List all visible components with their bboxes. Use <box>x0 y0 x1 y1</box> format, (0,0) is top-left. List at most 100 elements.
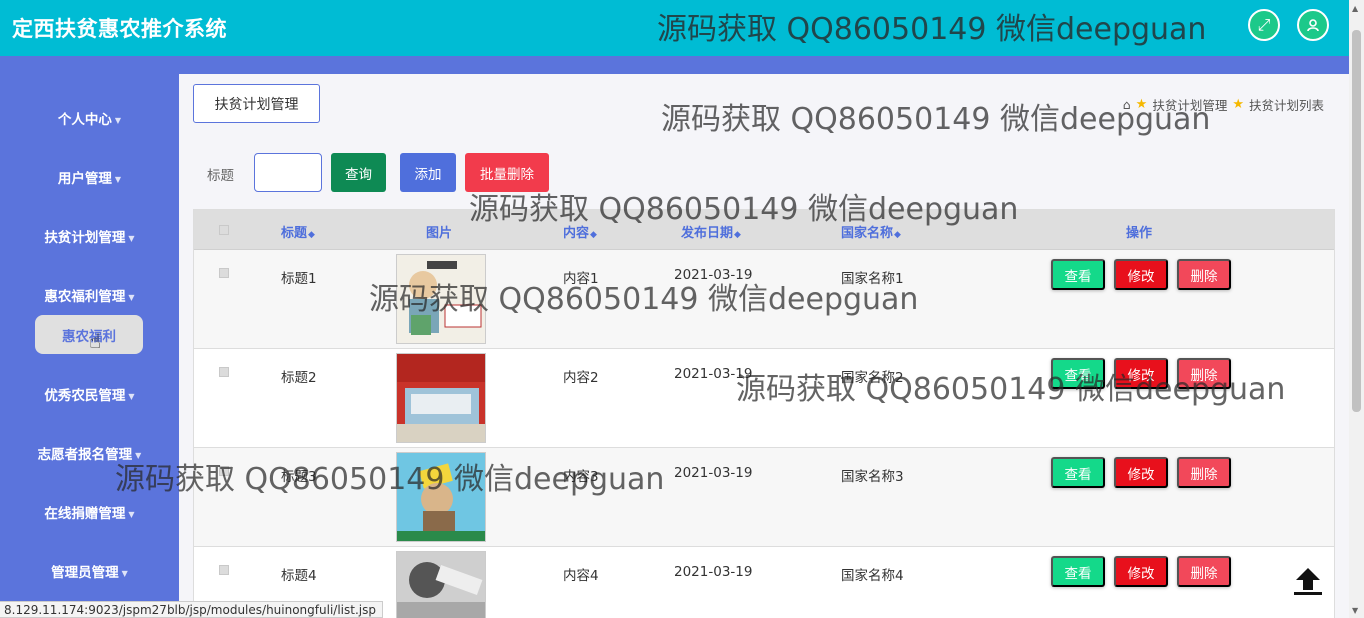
sidebar-item-welfare[interactable]: 惠农福利管理 ▼ <box>0 285 179 305</box>
top-bar: 定西扶贫惠农推介系统 ⤢ <box>0 0 1364 56</box>
column-header-country[interactable]: 国家名称◆ <box>841 222 901 241</box>
back-to-top-icon[interactable] <box>1292 566 1324 605</box>
table-header: 标题◆ 图片 内容◆ 发布日期◆ 国家名称◆ 操作 <box>194 210 1334 250</box>
cell-content: 内容4 <box>563 568 599 584</box>
cell-content: 内容2 <box>563 370 599 386</box>
table-row: 标题2 内容2 2021-03-19 国家名称2 查看 修改 删除 <box>194 349 1334 448</box>
chevron-down-icon: ▼ <box>114 174 122 184</box>
cell-content: 内容1 <box>563 271 599 287</box>
cell-country: 国家名称1 <box>841 271 904 287</box>
breadcrumb: ⌂ ★ 扶贫计划管理 ★ 扶贫计划列表 <box>1123 95 1324 114</box>
batch-delete-button[interactable]: 批量删除 <box>465 153 549 192</box>
row-image <box>396 254 486 344</box>
breadcrumb-item[interactable]: 扶贫计划管理 <box>1152 95 1227 114</box>
hand-cursor-icon: ☝ <box>89 329 102 353</box>
cell-title: 标题2 <box>281 370 317 386</box>
sidebar-item-poverty-plan[interactable]: 扶贫计划管理 ▼ <box>0 226 179 246</box>
column-header-actions: 操作 <box>1126 226 1153 241</box>
column-header-image: 图片 <box>426 226 453 241</box>
delete-button[interactable]: 删除 <box>1177 556 1231 587</box>
edit-button[interactable]: 修改 <box>1114 259 1168 290</box>
fullscreen-button[interactable]: ⤢ <box>1248 9 1280 41</box>
view-button[interactable]: 查看 <box>1051 259 1105 290</box>
row-checkbox[interactable] <box>219 565 229 575</box>
cell-date: 2021-03-19 <box>674 465 753 481</box>
row-checkbox[interactable] <box>219 466 229 476</box>
cell-date: 2021-03-19 <box>674 564 753 580</box>
scroll-up-icon[interactable]: ▲ <box>1352 4 1358 13</box>
table-row: 标题3 内容3 2021-03-19 国家名称3 查看 修改 删除 <box>194 448 1334 547</box>
data-table: 标题◆ 图片 内容◆ 发布日期◆ 国家名称◆ 操作 标题1 内容1 2021-0… <box>193 209 1335 618</box>
status-url: 8.129.11.174:9023/jspm27blb/jsp/modules/… <box>0 601 383 618</box>
accent-strip <box>0 56 1349 74</box>
column-header-title[interactable]: 标题◆ <box>281 222 315 241</box>
cell-title: 标题1 <box>281 271 317 287</box>
sidebar-item-farmers[interactable]: 优秀农民管理 ▼ <box>0 384 179 404</box>
select-all-checkbox[interactable] <box>219 225 229 235</box>
star-icon: ★ <box>1135 97 1148 112</box>
cell-country: 国家名称4 <box>841 568 904 584</box>
scroll-down-icon[interactable]: ▼ <box>1352 606 1358 615</box>
view-button[interactable]: 查看 <box>1051 556 1105 587</box>
sidebar-item-label: 惠农福利管理 <box>44 289 126 305</box>
row-image <box>396 452 486 542</box>
cell-date: 2021-03-19 <box>674 267 753 283</box>
sidebar-item-label: 管理员管理 <box>51 565 119 581</box>
search-label: 标题 <box>207 168 234 184</box>
cell-title: 标题4 <box>281 568 317 584</box>
delete-button[interactable]: 删除 <box>1177 358 1231 389</box>
sidebar-item-label: 优秀农民管理 <box>44 388 126 404</box>
user-button[interactable] <box>1297 9 1329 41</box>
sidebar-item-users[interactable]: 用户管理 ▼ <box>0 167 179 187</box>
sidebar-item-profile[interactable]: 个人中心 ▼ <box>0 108 179 128</box>
add-button[interactable]: 添加 <box>400 153 456 192</box>
sort-icon: ◆ <box>590 230 597 240</box>
column-header-content[interactable]: 内容◆ <box>563 222 597 241</box>
chevron-down-icon: ▼ <box>114 115 122 125</box>
edit-button[interactable]: 修改 <box>1114 457 1168 488</box>
edit-button[interactable]: 修改 <box>1114 358 1168 389</box>
cell-title: 标题3 <box>281 469 317 485</box>
view-button[interactable]: 查看 <box>1051 358 1105 389</box>
chevron-down-icon: ▼ <box>128 233 135 243</box>
table-row: 标题1 内容1 2021-03-19 国家名称1 查看 修改 删除 <box>194 250 1334 349</box>
cell-date: 2021-03-19 <box>674 366 753 382</box>
chevron-down-icon: ▼ <box>128 292 135 302</box>
sidebar-item-label: 个人中心 <box>57 112 112 128</box>
delete-button[interactable]: 删除 <box>1177 457 1231 488</box>
star-icon: ★ <box>1232 97 1244 112</box>
delete-button[interactable]: 删除 <box>1177 259 1231 290</box>
query-button[interactable]: 查询 <box>331 153 386 192</box>
sort-icon: ◆ <box>894 230 901 240</box>
sidebar-item-label: 志愿者报名管理 <box>37 447 133 463</box>
home-icon[interactable]: ⌂ <box>1123 97 1131 112</box>
chevron-down-icon: ▼ <box>121 568 128 578</box>
column-header-date[interactable]: 发布日期◆ <box>681 222 741 241</box>
fullscreen-icon: ⤢ <box>1257 15 1271 34</box>
row-checkbox[interactable] <box>219 367 229 377</box>
chevron-down-icon: ▼ <box>128 509 135 519</box>
page-scrollbar[interactable]: ▲ ▼ <box>1349 0 1364 618</box>
row-checkbox[interactable] <box>219 268 229 278</box>
section-button[interactable]: 扶贫计划管理 <box>193 84 320 123</box>
title-search-input[interactable] <box>254 153 322 192</box>
sidebar-item-label: 在线捐赠管理 <box>44 506 126 522</box>
sidebar-item-donations[interactable]: 在线捐赠管理 ▼ <box>0 502 179 522</box>
row-image <box>396 551 486 618</box>
chevron-down-icon: ▼ <box>128 391 135 401</box>
sidebar-item-volunteers[interactable]: 志愿者报名管理 ▼ <box>0 443 179 463</box>
user-icon <box>1307 19 1319 32</box>
cell-country: 国家名称3 <box>841 469 904 485</box>
sort-icon: ◆ <box>308 230 315 240</box>
app-title: 定西扶贫惠农推介系统 <box>12 17 227 41</box>
cell-country: 国家名称2 <box>841 370 904 386</box>
row-image <box>396 353 486 443</box>
sidebar-item-label: 扶贫计划管理 <box>44 230 126 246</box>
sidebar-item-label: 用户管理 <box>57 171 112 187</box>
view-button[interactable]: 查看 <box>1051 457 1105 488</box>
sort-icon: ◆ <box>734 230 741 240</box>
scroll-thumb[interactable] <box>1352 30 1361 412</box>
edit-button[interactable]: 修改 <box>1114 556 1168 587</box>
cell-content: 内容3 <box>563 469 599 485</box>
sidebar-item-admins[interactable]: 管理员管理 ▼ <box>0 561 179 581</box>
